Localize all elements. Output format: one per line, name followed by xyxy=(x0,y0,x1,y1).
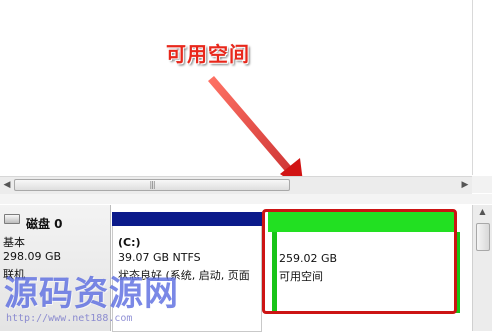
scroll-corner xyxy=(472,176,492,193)
unallocated-size: 259.02 GB xyxy=(279,252,338,265)
watermark-url: http://www.net188.com xyxy=(6,313,133,324)
scroll-left-icon[interactable]: ◀ xyxy=(0,177,14,194)
vertical-scroll-thumb[interactable] xyxy=(476,223,490,251)
horizontal-scrollbar[interactable]: ◀ ||| ▶ xyxy=(0,176,472,195)
pane-splitter[interactable] xyxy=(0,194,492,204)
vertical-scrollbar[interactable]: ▲ xyxy=(472,205,492,331)
partition-c-bar xyxy=(112,212,262,226)
disk-type: 基本 xyxy=(3,236,25,249)
scroll-thumb[interactable]: ||| xyxy=(14,179,290,191)
disk-size: 298.09 GB xyxy=(3,250,62,263)
scroll-up-icon[interactable]: ▲ xyxy=(473,207,492,216)
scroll-right-icon[interactable]: ▶ xyxy=(458,177,472,194)
hard-disk-icon xyxy=(4,214,20,224)
volume-list-pane xyxy=(0,0,492,175)
pane-divider xyxy=(472,0,473,175)
partition-c-label: (C:) xyxy=(118,236,141,249)
unallocated-status: 可用空间 xyxy=(279,270,323,283)
grip-icon: ||| xyxy=(149,180,155,189)
watermark-logo: 源码资源网 xyxy=(4,274,179,314)
unallocated-partition[interactable]: 259.02 GB 可用空间 xyxy=(262,205,461,331)
partition-c-size: 39.07 GB NTFS xyxy=(118,251,201,264)
disk-name: 磁盘 0 xyxy=(26,217,63,231)
annotation-label: 可用空间 xyxy=(166,42,250,66)
